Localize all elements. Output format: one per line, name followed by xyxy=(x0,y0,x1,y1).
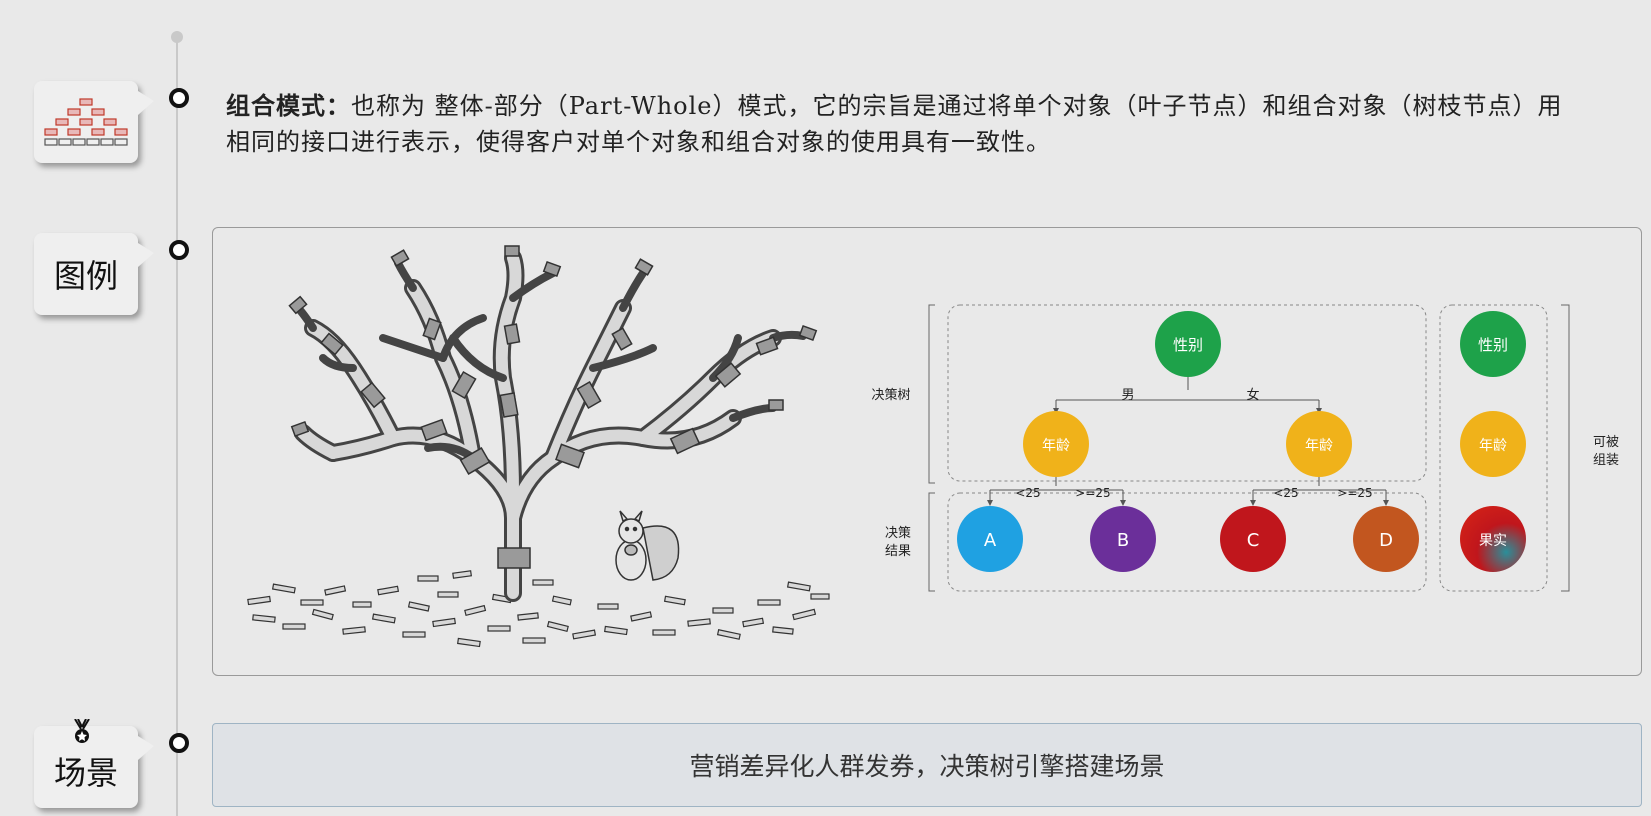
scene-text: 营销差异化人群发券，决策树引擎搭建场景 xyxy=(689,752,1165,781)
leaf-c-label: C xyxy=(1247,530,1260,551)
legend-age-label: 年龄 xyxy=(1479,438,1507,454)
edge-left-lt25: <25 xyxy=(1015,486,1040,500)
tree-with-squirrel-illustration xyxy=(247,245,830,648)
decision-result-line-1: 决策 xyxy=(885,525,911,541)
pattern-term: 组合模式： xyxy=(226,91,351,120)
intro-tag xyxy=(34,81,154,163)
example-tag: 图例 xyxy=(34,233,154,315)
edge-right-ge25: >=25 xyxy=(1337,486,1372,500)
example-panel: 性别 年龄 年龄 A B C D 性别 年龄 果实 男 女 <25 >=25 <… xyxy=(212,227,1642,676)
timeline-node-example xyxy=(169,240,189,260)
decision-tree-diagram: 性别 年龄 年龄 A B C D 性别 年龄 果实 男 女 <25 >=25 <… xyxy=(871,304,1623,592)
example-figure: 性别 年龄 年龄 A B C D 性别 年龄 果实 男 女 <25 >=25 <… xyxy=(247,245,1623,648)
edge-left-ge25: >=25 xyxy=(1075,486,1110,500)
left-age-label: 年龄 xyxy=(1042,438,1070,454)
right-age-label: 年龄 xyxy=(1305,438,1333,454)
composable-line-1: 可被 xyxy=(1593,435,1619,450)
squirrel-icon xyxy=(615,510,680,581)
composable-label: 可被 组装 xyxy=(1593,435,1623,468)
tree-structure-icon xyxy=(44,98,128,146)
leaf-b-label: B xyxy=(1117,530,1129,551)
legend-fruit-label: 果实 xyxy=(1479,533,1507,549)
decision-result-label: 决策 结果 xyxy=(885,525,915,559)
edge-male-label: 男 xyxy=(1121,388,1134,403)
composable-line-2: 组装 xyxy=(1593,453,1619,468)
legend-gender-label: 性别 xyxy=(1478,336,1508,354)
decision-result-line-2: 结果 xyxy=(885,544,911,559)
scene-tag: 场景 xyxy=(34,719,154,808)
timeline-line xyxy=(176,36,178,816)
scene-label: 场景 xyxy=(53,754,118,792)
decision-tree-label: 决策树 xyxy=(871,387,910,403)
pattern-definition: 组合模式：也称为 整体-部分（Part-Whole）模式，它的宗旨是通过将单个对… xyxy=(226,88,1576,160)
edge-right-lt25: <25 xyxy=(1273,486,1298,500)
medal-icon xyxy=(74,719,90,743)
timeline-node-intro xyxy=(169,88,189,108)
root-label: 性别 xyxy=(1173,336,1203,354)
pattern-description: 也称为 整体-部分（Part-Whole）模式，它的宗旨是通过将单个对象（叶子节… xyxy=(226,92,1563,156)
timeline-node-scene xyxy=(169,733,189,753)
leaf-d-label: D xyxy=(1379,530,1393,551)
example-label: 图例 xyxy=(53,257,118,295)
leaf-a-label: A xyxy=(984,530,997,551)
scene-box: 营销差异化人群发券，决策树引擎搭建场景 xyxy=(212,723,1642,807)
edge-female-label: 女 xyxy=(1246,387,1259,403)
